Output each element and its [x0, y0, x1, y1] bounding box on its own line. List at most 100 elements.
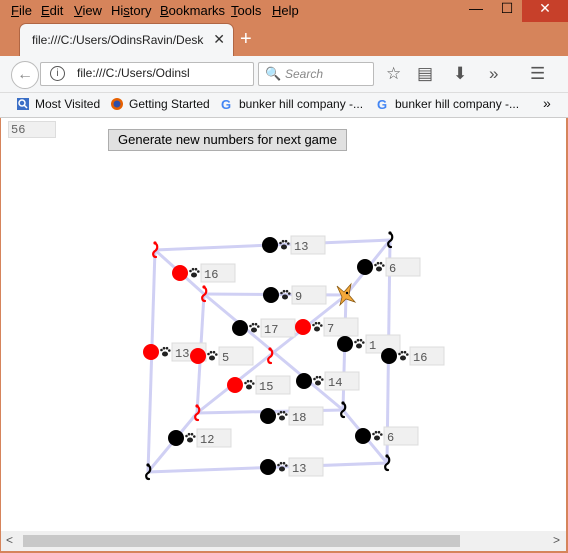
- game-node[interactable]: 5: [190, 346, 254, 366]
- info-icon[interactable]: i: [50, 66, 65, 81]
- horizontal-scrollbar[interactable]: < >: [1, 531, 566, 551]
- overflow-chevron-icon[interactable]: »: [489, 64, 498, 84]
- scrollbar-thumb[interactable]: [23, 535, 460, 547]
- bookmarks-overflow-icon[interactable]: »: [543, 95, 551, 111]
- bookmark-bunker-hill-1[interactable]: Gbunker hill company -...: [220, 97, 363, 111]
- node-token[interactable]: [190, 348, 206, 364]
- maximize-button[interactable]: ☐: [491, 0, 523, 22]
- paw-icon: [372, 430, 383, 441]
- game-node[interactable]: 15: [227, 375, 291, 395]
- bookmark-bunker-hill-2[interactable]: Gbunker hill company -...: [376, 97, 519, 111]
- menu-file[interactable]: File: [11, 3, 32, 18]
- paw-icon: [189, 267, 200, 278]
- node-token[interactable]: [357, 259, 373, 275]
- game-node[interactable]: 13: [262, 235, 326, 255]
- node-token[interactable]: [337, 336, 353, 352]
- node-token[interactable]: [260, 408, 276, 424]
- node-token[interactable]: [260, 459, 276, 475]
- paw-icon: [207, 350, 218, 361]
- node-token[interactable]: [168, 430, 184, 446]
- new-tab-button[interactable]: +: [240, 28, 252, 51]
- node-label: 7: [327, 322, 334, 336]
- node-label: 6: [387, 431, 394, 445]
- paw-icon: [185, 432, 196, 443]
- paw-icon: [313, 375, 324, 386]
- game-node[interactable]: 18: [260, 406, 324, 426]
- game-board: 13 6 16 9 17 7 1 13 5 16 14 15 18 12 6 13: [143, 231, 445, 481]
- browser-window: File Edit View History Bookmarks Tools H…: [0, 0, 568, 553]
- game-node[interactable]: 13: [260, 457, 324, 477]
- url-bar[interactable]: i file:///C:/Users/Odinsl ↻: [40, 62, 281, 88]
- download-icon[interactable]: ⬇: [453, 64, 467, 84]
- node-label: 12: [200, 433, 214, 447]
- bookmark-label: Most Visited: [35, 97, 101, 111]
- bookmark-most-visited[interactable]: Most Visited: [16, 97, 100, 111]
- hamburger-menu-icon[interactable]: ☰: [530, 64, 545, 84]
- edge: [341, 294, 348, 411]
- game-node[interactable]: 16: [172, 263, 236, 283]
- tab-strip: file:///C:/Users/OdinsRavin/Desk ✕: [0, 22, 568, 56]
- firefox-icon: [111, 98, 123, 110]
- tab-title: file:///C:/Users/OdinsRavin/Desk: [32, 33, 204, 47]
- menu-bookmarks[interactable]: Bookmarks: [160, 3, 225, 18]
- menu-help[interactable]: Help: [272, 3, 299, 18]
- paw-icon: [249, 322, 260, 333]
- node-label: 13: [175, 347, 189, 361]
- menu-edit[interactable]: Edit: [41, 3, 63, 18]
- reading-list-icon[interactable]: ▤: [417, 64, 433, 84]
- node-label: 9: [295, 290, 302, 304]
- google-icon: G: [377, 97, 387, 111]
- game-node[interactable]: 6: [355, 426, 419, 446]
- node-token[interactable]: [143, 344, 159, 360]
- game-node[interactable]: 7: [295, 317, 359, 337]
- menu-view[interactable]: View: [74, 3, 102, 18]
- scroll-left-icon[interactable]: <: [6, 533, 13, 547]
- game-node[interactable]: 16: [381, 346, 445, 366]
- game-node[interactable]: 17: [232, 318, 296, 338]
- menu-tools[interactable]: Tools: [231, 3, 261, 18]
- search-box[interactable]: 🔍 Search: [258, 62, 374, 86]
- bookmark-label: Getting Started: [129, 97, 210, 111]
- close-window-button[interactable]: ✕: [522, 0, 568, 22]
- tab-current[interactable]: file:///C:/Users/OdinsRavin/Desk ✕: [20, 24, 233, 56]
- node-token[interactable]: [296, 373, 312, 389]
- url-text: file:///C:/Users/Odinsl: [77, 66, 190, 80]
- star-bookmark-icon[interactable]: ☆: [386, 64, 401, 84]
- menu-history[interactable]: History: [111, 3, 151, 18]
- menu-bar: File Edit View History Bookmarks Tools H…: [0, 0, 568, 22]
- node-label: 17: [264, 323, 278, 337]
- node-token[interactable]: [355, 428, 371, 444]
- scroll-right-icon[interactable]: >: [553, 533, 560, 547]
- node-label: 1: [369, 339, 376, 353]
- game-node[interactable]: 12: [168, 428, 232, 448]
- node-token[interactable]: [262, 237, 278, 253]
- back-arrow-icon: ←: [17, 66, 33, 83]
- game-node[interactable]: 14: [296, 371, 360, 391]
- svg-text:G: G: [221, 97, 231, 111]
- paw-icon: [244, 379, 255, 390]
- tab-close-icon[interactable]: ✕: [213, 31, 225, 48]
- back-button[interactable]: ←: [11, 61, 39, 89]
- node-label: 13: [292, 462, 306, 476]
- navigation-toolbar: ← i file:///C:/Users/Odinsl ↻ 🔍 Search ☆…: [0, 56, 568, 93]
- edge: [146, 249, 157, 473]
- paw-icon: [354, 338, 365, 349]
- node-token[interactable]: [227, 377, 243, 393]
- game-node[interactable]: 6: [357, 257, 421, 277]
- node-label: 5: [222, 351, 229, 365]
- svg-text:G: G: [377, 97, 387, 111]
- board-nodes: 13 6 16 9 17 7 1 13 5 16 14 15 18 12 6 13: [143, 235, 445, 477]
- node-token[interactable]: [232, 320, 248, 336]
- node-label: 6: [389, 262, 396, 276]
- node-token[interactable]: [172, 265, 188, 281]
- bookmark-getting-started[interactable]: Getting Started: [110, 97, 210, 111]
- google-icon: G: [221, 97, 231, 111]
- search-icon: 🔍: [265, 66, 282, 81]
- bookmarks-toolbar: Most Visited Getting Started Gbunker hil…: [0, 93, 568, 118]
- minimize-button[interactable]: —: [460, 0, 492, 22]
- game-node[interactable]: 9: [263, 285, 327, 305]
- node-token[interactable]: [295, 319, 311, 335]
- node-token[interactable]: [381, 348, 397, 364]
- node-label: 14: [328, 376, 342, 390]
- node-token[interactable]: [263, 287, 279, 303]
